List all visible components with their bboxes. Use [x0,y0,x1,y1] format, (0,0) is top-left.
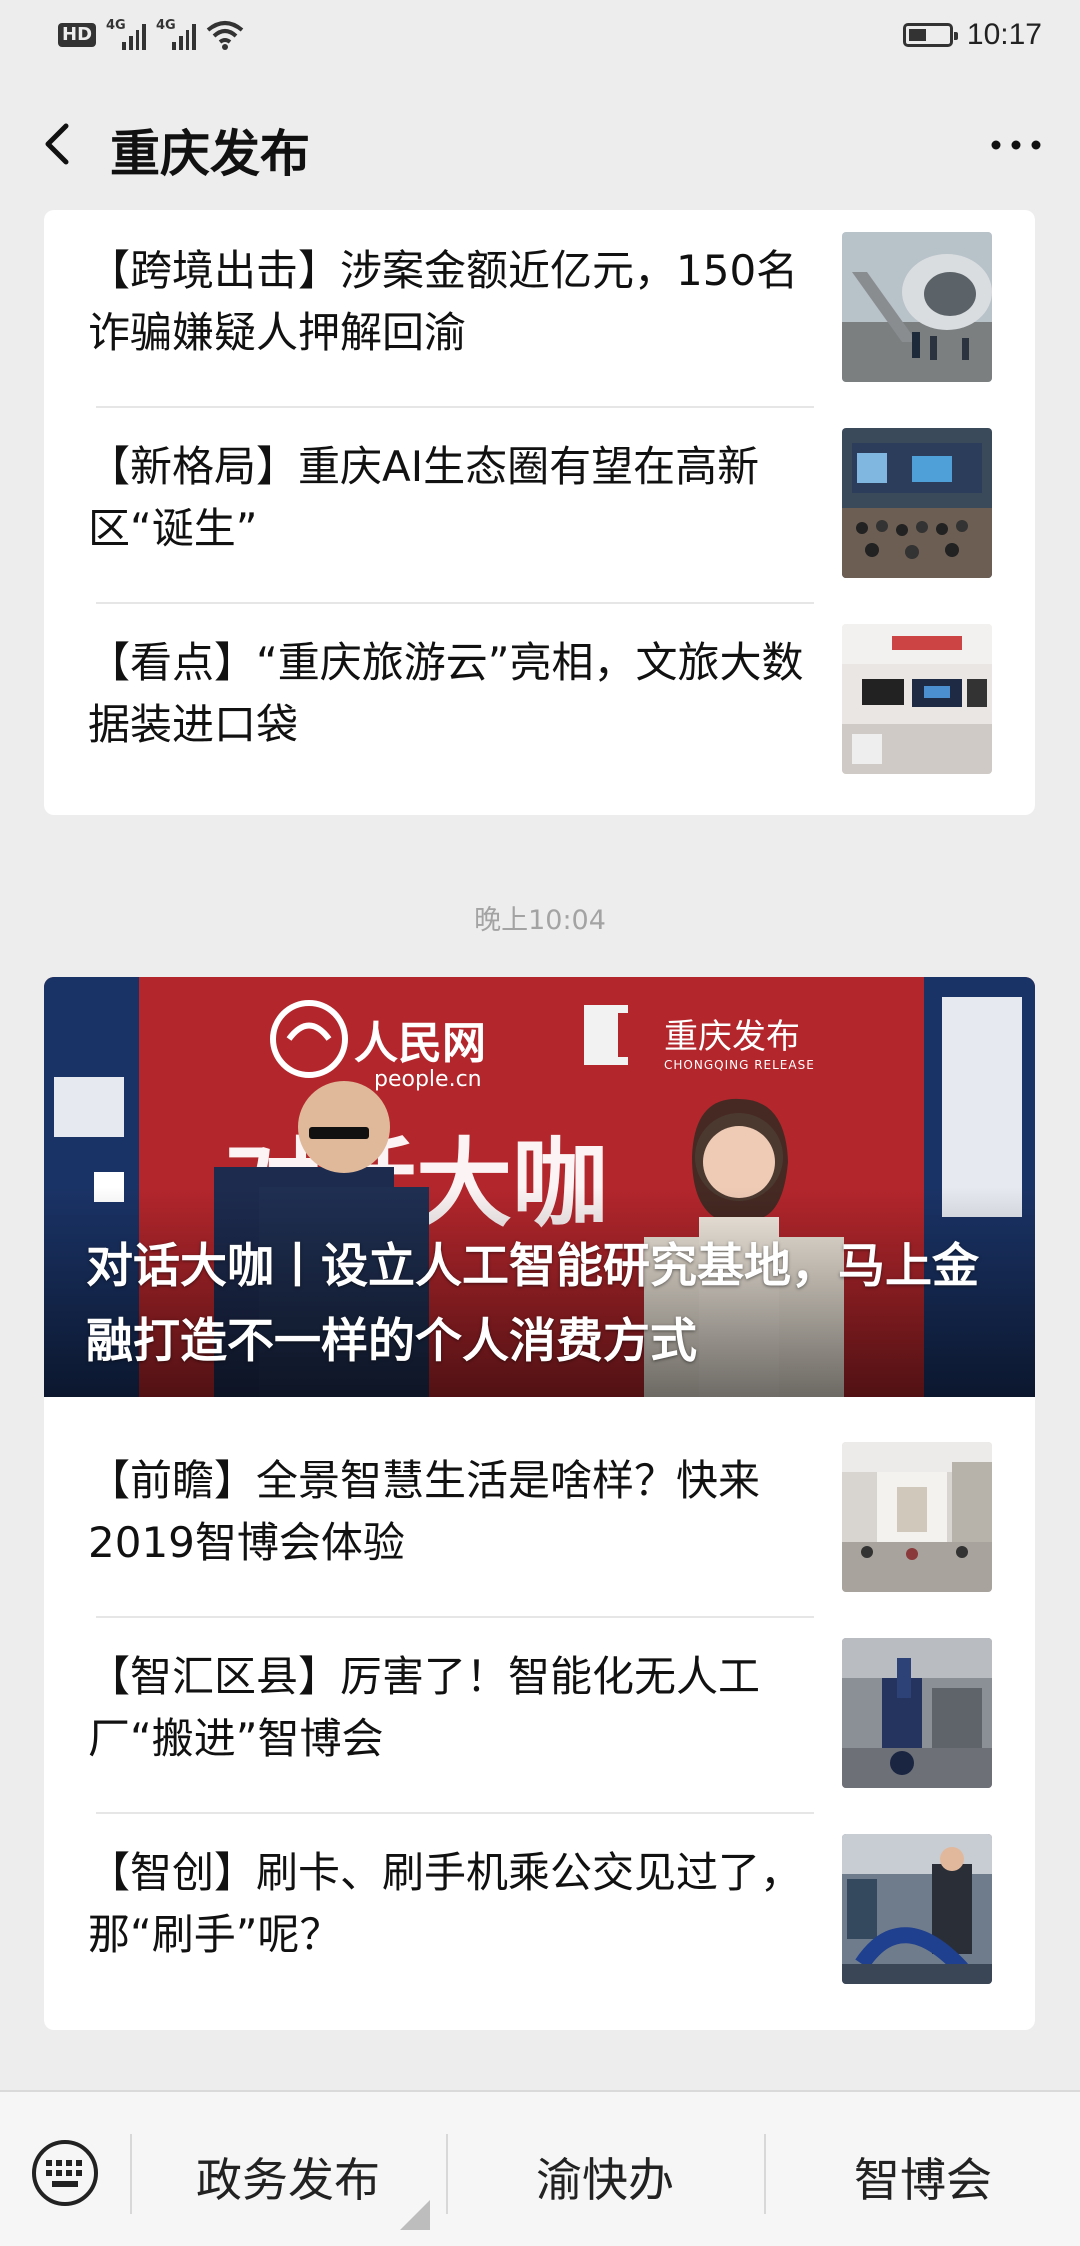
article-title: 【新格局】重庆AI生态圈有望在高新区“诞生” [88,442,760,553]
article-item[interactable]: 【前瞻】全景智慧生活是啥样？快来2019智博会体验 [44,1422,992,1618]
menu-tab-yukuaiban[interactable]: 渝快办 [448,2144,762,2210]
menu-tab-expo[interactable]: 智博会 [766,2144,1080,2210]
airplane-stairs-photo [842,232,992,382]
network-type-label: 4G [106,18,126,33]
article-title: 【前瞻】全景智慧生活是啥样？快来2019智博会体验 [88,1456,761,1567]
signal-icon: 4G [156,18,197,50]
robot-arm-photo [842,1638,992,1788]
clock: 10:17 [966,18,1042,51]
battery-icon [902,23,958,47]
signal-icon: 4G [106,18,147,50]
hd-badge: HD [58,23,97,47]
more-options-icon[interactable] [986,130,1046,160]
submenu-indicator-icon [400,2200,430,2230]
article-title: 【看点】“重庆旅游云”亮相，文旅大数据装进口袋 [88,638,804,749]
banner-brand-sub: CHONGQING RELEASE [664,1058,815,1072]
article-card: 对话大咖 人民网 people.cn 重庆发布 CHONGQING RELEAS… [44,977,1035,2030]
message-timestamp: 晚上10:04 [474,905,606,936]
menu-tab-government[interactable]: 政务发布 [132,2144,444,2210]
article-item[interactable]: 【智汇区县】厉害了！智能化无人工厂“搬进”智博会 [44,1618,992,1814]
hero-article[interactable]: 对话大咖 人民网 people.cn 重庆发布 CHONGQING RELEAS… [44,977,1035,1397]
network-type-label: 4G [156,18,176,33]
banner-logo-text: 人民网 [354,1018,486,1069]
back-arrow-icon[interactable] [36,120,84,168]
article-item[interactable]: 【跨境出击】涉案金额近亿元，150名诈骗嫌疑人押解回渝 [44,212,992,408]
bottom-menu-bar: 政务发布 渝快办 智博会 [0,2090,1080,2246]
banner-brand-text: 重庆发布 [664,1017,800,1057]
banner-logo: 人民网 people.cn [354,1007,486,1092]
title-bar: 重庆发布 [0,80,1080,210]
article-title: 【智创】刷卡、刷手机乘公交见过了，那“刷手”呢？ [88,1848,803,1959]
article-item[interactable]: 【智创】刷卡、刷手机乘公交见过了，那“刷手”呢？ [44,1814,992,2010]
expo-hall-photo [842,1442,992,1592]
exhibition-booth-photo [842,624,992,774]
expo-visitors-photo [842,1834,992,1984]
hero-title: 对话大咖丨设立人工智能研究基地，马上金融打造不一样的个人消费方式 [86,1239,979,1369]
status-right: 10:17 [902,18,1042,52]
article-item[interactable]: 【新格局】重庆AI生态圈有望在高新区“诞生” [44,408,992,604]
page-title: 重庆发布 [110,125,310,183]
article-item[interactable]: 【看点】“重庆旅游云”亮相，文旅大数据装进口袋 [44,604,992,800]
keyboard-icon[interactable] [30,2138,100,2208]
conference-hall-photo [842,428,992,578]
wifi-icon [206,21,244,50]
status-bar: HD 4G 4G 10:17 [0,0,1080,80]
article-title: 【跨境出击】涉案金额近亿元，150名诈骗嫌疑人押解回渝 [88,246,799,357]
banner-logo-sub: people.cn [374,1067,482,1092]
status-left: HD 4G 4G [58,18,244,50]
article-card: 【跨境出击】涉案金额近亿元，150名诈骗嫌疑人押解回渝 【新格局】重庆AI生态圈… [44,210,1035,815]
article-title: 【智汇区县】厉害了！智能化无人工厂“搬进”智博会 [88,1652,761,1763]
banner-brand: 重庆发布 CHONGQING RELEASE [664,1009,815,1072]
